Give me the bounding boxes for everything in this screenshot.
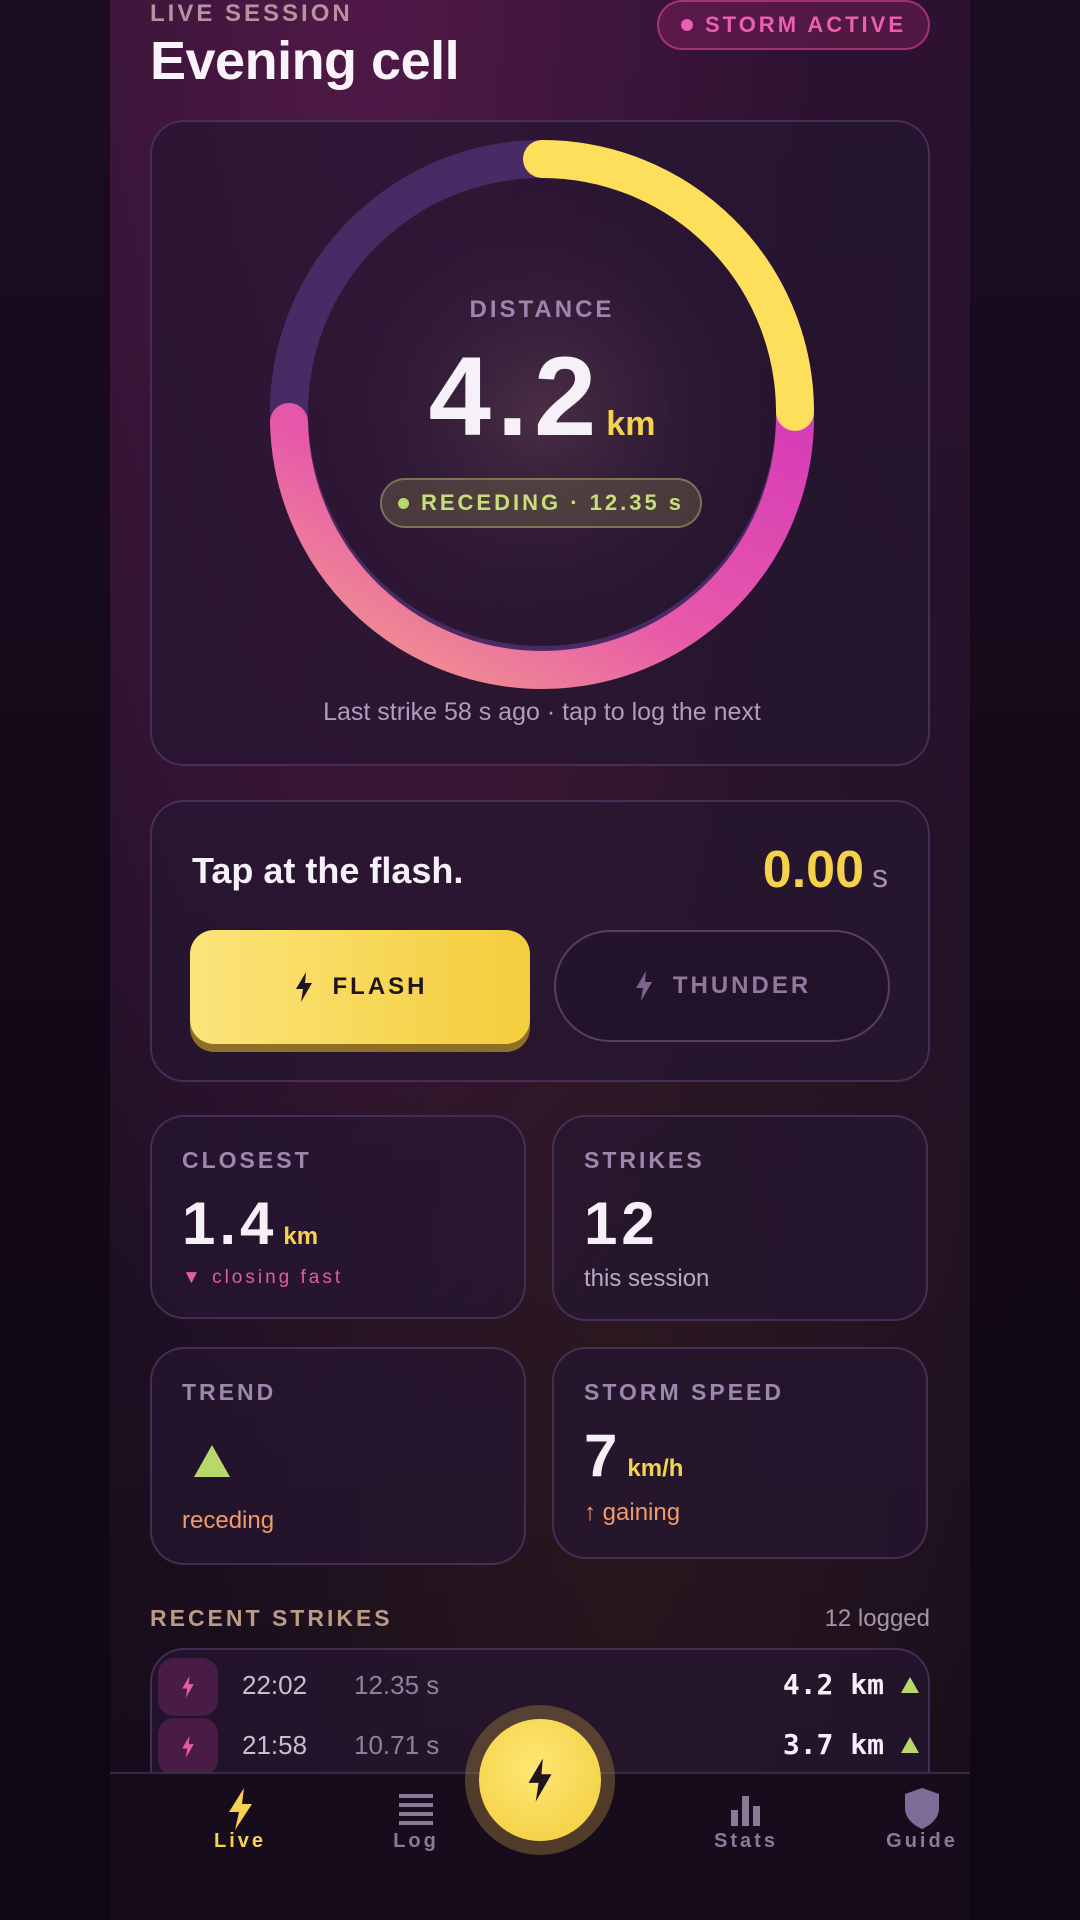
thunder-button-label: THUNDER xyxy=(672,972,812,999)
thunder-button[interactable]: THUNDER xyxy=(554,930,890,1042)
gauge-label: DISTANCE xyxy=(469,296,615,323)
nav-item-log[interactable]: Log xyxy=(346,1774,486,1904)
strike-bolt-badge xyxy=(158,1718,218,1776)
page-title: Evening cell xyxy=(150,31,460,91)
nav-label-guide: Guide xyxy=(886,1830,958,1852)
strike-distance: 3.7 km xyxy=(782,1728,884,1761)
storm-speed-readout: 7 km/h xyxy=(584,1421,683,1490)
strike-distance: 4.2 km xyxy=(782,1668,884,1701)
log-strike-fab[interactable] xyxy=(479,1719,601,1841)
trend-stat-card: TREND receding xyxy=(150,1347,526,1565)
storm-speed-stat-card: STORM SPEED 7 km/h ↑ gaining xyxy=(552,1347,928,1559)
storm-speed-unit: km/h xyxy=(627,1455,684,1482)
strikes-value: 12 xyxy=(584,1190,659,1257)
flash-button[interactable]: FLASH xyxy=(190,930,530,1044)
list-icon xyxy=(399,1794,433,1825)
session-eyebrow: LIVE SESSION xyxy=(150,0,353,27)
closest-sub: ▼ closing fast xyxy=(182,1267,344,1288)
bolt-icon xyxy=(528,1758,552,1802)
trend-up-icon xyxy=(901,1677,919,1693)
nav-item-stats[interactable]: Stats xyxy=(676,1774,816,1904)
strikes-sub: this session xyxy=(584,1265,710,1292)
backdrop-left xyxy=(0,0,110,1920)
strike-delay: 12.35 s xyxy=(354,1670,440,1700)
strike-time: 21:58 xyxy=(242,1730,308,1760)
storm-status-label: STORM ACTIVE xyxy=(704,12,906,37)
nav-label-stats: Stats xyxy=(714,1830,778,1852)
distance-unit: km xyxy=(606,405,656,443)
bar-chart-icon xyxy=(731,1796,760,1826)
closest-label: CLOSEST xyxy=(182,1147,312,1173)
strike-delay: 10.71 s xyxy=(354,1730,440,1760)
strikes-readout: 12 xyxy=(584,1189,659,1258)
bolt-icon xyxy=(295,972,312,1002)
strikes-stat-card: STRIKES 12 this session xyxy=(552,1115,928,1321)
recent-strikes-count: 12 logged xyxy=(824,1605,930,1632)
bolt-icon xyxy=(182,1736,194,1758)
timer-value: 0.00 xyxy=(762,841,864,899)
trend-up-icon xyxy=(194,1445,230,1477)
nav-item-live[interactable]: Live xyxy=(170,1774,310,1904)
recent-strikes-title: RECENT STRIKES xyxy=(150,1605,393,1631)
app-screen: LIVE SESSION Evening cell STORM ACTIVE D… xyxy=(110,0,970,1920)
trend-sub: receding xyxy=(182,1507,275,1534)
receding-status-badge: RECEDING · 12.35 s xyxy=(380,478,702,528)
storm-speed-sub: ↑ gaining xyxy=(584,1499,681,1526)
flash-button-label: FLASH xyxy=(332,973,428,1000)
timer-readout: 0.00 s xyxy=(763,840,888,900)
storm-speed-label: STORM SPEED xyxy=(584,1379,784,1405)
trend-up-icon xyxy=(901,1737,919,1753)
timer-prompt: Tap at the flash. xyxy=(192,850,464,891)
closest-unit: km xyxy=(283,1223,319,1250)
distance-readout: 4.2 km xyxy=(152,332,932,461)
distance-gauge-card[interactable]: DISTANCE 4.2 km RECEDING · 12.35 s Last s… xyxy=(150,120,930,766)
strikes-label: STRIKES xyxy=(584,1147,705,1173)
bolt-icon xyxy=(229,1788,252,1830)
closest-readout: 1.4 km xyxy=(182,1189,318,1258)
timer-card: Tap at the flash. 0.00 s FLASH THUNDER xyxy=(150,800,930,1082)
nav-label-live: Live xyxy=(213,1830,267,1852)
storm-speed-value: 7 xyxy=(584,1422,622,1489)
receding-status-label: RECEDING · 12.35 s xyxy=(420,490,685,515)
bolt-icon xyxy=(635,971,652,1001)
closest-value: 1.4 xyxy=(182,1190,278,1257)
strike-time: 22:02 xyxy=(242,1670,308,1700)
strike-bolt-badge xyxy=(158,1658,218,1716)
bolt-icon xyxy=(182,1676,194,1698)
last-strike-hint: Last strike 58 s ago · tap to log the ne… xyxy=(323,698,761,726)
receding-dot-icon xyxy=(397,497,409,509)
status-dot-icon xyxy=(680,19,693,31)
shield-icon xyxy=(905,1788,939,1829)
timer-unit: s xyxy=(872,858,888,894)
distance-value: 4.2 xyxy=(428,334,603,459)
closest-stat-card: CLOSEST 1.4 km ▼ closing fast xyxy=(150,1115,526,1319)
backdrop-right xyxy=(970,0,1080,1920)
nav-item-guide[interactable]: Guide xyxy=(852,1774,970,1904)
trend-label: TREND xyxy=(182,1379,277,1405)
nav-label-log: Log xyxy=(393,1830,439,1852)
storm-status-badge: STORM ACTIVE xyxy=(656,0,930,50)
